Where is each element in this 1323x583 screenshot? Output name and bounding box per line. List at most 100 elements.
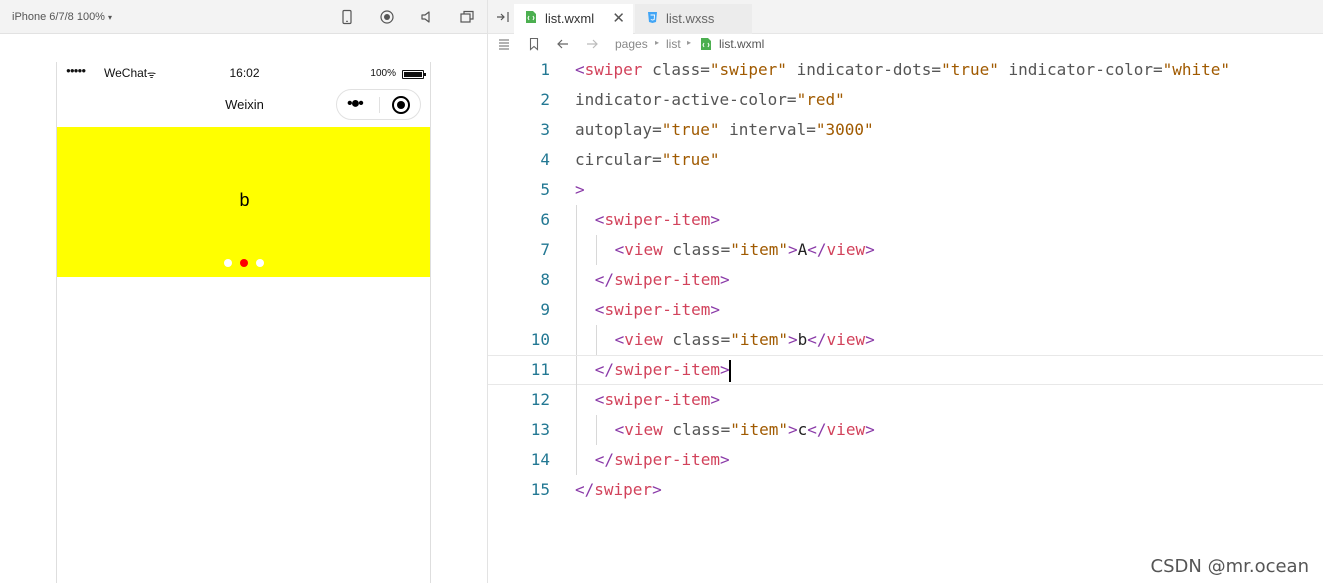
code-text: <swiper-item> — [595, 205, 720, 235]
code-token: </ — [594, 270, 615, 289]
code-token: class= — [662, 420, 731, 439]
line-number: 4 — [540, 150, 550, 169]
code-token: "3000" — [815, 120, 874, 139]
list-icon[interactable] — [497, 37, 511, 51]
code-line[interactable]: 8 </swiper-item> — [488, 265, 1323, 295]
volume-icon[interactable] — [419, 9, 435, 25]
indicator-dot[interactable] — [256, 259, 264, 267]
wxml-file-icon — [699, 37, 713, 51]
line-number: 15 — [530, 480, 550, 499]
code-token: > — [865, 330, 875, 349]
code-line[interactable]: 9 <swiper-item> — [488, 295, 1323, 325]
code-line[interactable]: 4 circular="true" — [488, 145, 1323, 175]
indent-guide — [576, 295, 577, 325]
line-number: 7 — [540, 240, 550, 259]
code-token: "true" — [941, 60, 999, 79]
breadcrumb-item[interactable]: list.wxml — [719, 37, 764, 51]
device-select[interactable]: iPhone 6/7/8 100% ▾ — [12, 11, 112, 23]
code-token: > — [788, 420, 798, 439]
code-token: < — [614, 240, 625, 259]
code-line[interactable]: 10 <view class="item">b</view> — [488, 325, 1323, 355]
code-line[interactable]: 13 <view class="item">c</view> — [488, 415, 1323, 445]
phone-icon[interactable] — [339, 9, 355, 25]
code-text: <view class="item">A</view> — [615, 235, 875, 265]
code-token: A — [797, 240, 808, 259]
code-token: view — [624, 330, 663, 349]
simulator-panel: iPhone 6/7/8 100% ▾ ●●●●● WeChat ᯤ 16:02 … — [0, 0, 488, 583]
tab-label: list.wxml — [545, 11, 595, 26]
code-token: > — [710, 390, 721, 409]
code-line[interactable]: 14 </swiper-item> — [488, 445, 1323, 475]
code-line[interactable]: 2 indicator-active-color="red" — [488, 85, 1323, 115]
record-icon[interactable] — [379, 9, 395, 25]
code-line[interactable]: 3 autoplay="true" interval="3000" — [488, 115, 1323, 145]
line-number: 8 — [540, 270, 550, 289]
close-icon[interactable]: ✕ — [612, 9, 625, 27]
bookmark-icon[interactable] — [527, 37, 541, 51]
code-token: </ — [807, 330, 827, 349]
code-token: swiper-item — [614, 450, 721, 469]
code-token: "item" — [730, 330, 788, 349]
code-token: class= — [642, 60, 710, 79]
indent-guide — [595, 235, 597, 265]
line-number: 9 — [540, 300, 550, 319]
code-token: < — [575, 60, 585, 79]
code-editor: list.wxml ✕ list.wxss pages ▸ list ▸ lis… — [488, 0, 1323, 583]
code-token: > — [720, 450, 730, 469]
code-line[interactable]: 7 <view class="item">A</view> — [488, 235, 1323, 265]
code-text: indicator-active-color="red" — [575, 85, 845, 115]
line-number: 11 — [530, 360, 550, 379]
phone-screen: ●●●●● WeChat ᯤ 16:02 100% Weixin •●• b — [56, 62, 431, 583]
code-line[interactable]: 12 <swiper-item> — [488, 385, 1323, 415]
code-token: "white" — [1162, 60, 1231, 79]
forward-arrow-icon[interactable] — [585, 37, 599, 51]
tab-list-wxss[interactable]: list.wxss — [635, 4, 752, 34]
code-token: > — [865, 420, 875, 439]
line-number: 3 — [540, 120, 550, 139]
code-token: view — [826, 240, 866, 259]
code-token: < — [594, 390, 605, 409]
close-app-icon[interactable] — [392, 96, 410, 114]
code-token: swiper — [584, 60, 643, 79]
code-text: </swiper-item> — [595, 265, 730, 295]
wxml-file-icon — [525, 10, 537, 24]
tab-label: list.wxss — [666, 11, 715, 26]
code-line[interactable]: 11 </swiper-item> — [488, 355, 1323, 386]
toggle-sidebar-icon[interactable] — [496, 10, 512, 24]
code-line[interactable]: 5 > — [488, 175, 1323, 205]
code-token: class= — [662, 330, 731, 349]
tab-list-wxml[interactable]: list.wxml ✕ — [514, 4, 633, 34]
code-token: > — [865, 240, 875, 259]
back-arrow-icon[interactable] — [556, 37, 570, 51]
more-icon[interactable]: •●• — [347, 94, 364, 114]
swiper[interactable]: b — [57, 127, 430, 277]
code-token: "true" — [661, 120, 720, 139]
code-token: autoplay= — [575, 120, 662, 139]
code-token: view — [624, 420, 663, 439]
window-icon[interactable] — [459, 9, 475, 25]
code-text: </swiper> — [575, 475, 662, 505]
capsule-divider — [379, 97, 380, 113]
code-token: < — [614, 420, 625, 439]
code-line[interactable]: 15 </swiper> — [488, 475, 1323, 505]
code-line[interactable]: 1 <swiper class="swiper" indicator-dots="… — [488, 55, 1323, 85]
code-token: > — [652, 480, 662, 499]
indent-guide — [576, 445, 577, 475]
code-token: > — [575, 180, 585, 199]
code-token: > — [710, 300, 721, 319]
indicator-dot-active[interactable] — [240, 259, 248, 267]
code-token: circular= — [575, 150, 662, 169]
breadcrumb-item[interactable]: pages — [615, 37, 648, 51]
line-number: 2 — [540, 90, 550, 109]
code-token: </ — [594, 360, 615, 379]
code-line[interactable]: 6 <swiper-item> — [488, 205, 1323, 235]
code-text: <swiper class="swiper" indicator-dots="t… — [575, 55, 1230, 85]
indicator-dots — [224, 259, 266, 267]
breadcrumb-item[interactable]: list — [666, 37, 681, 51]
line-number: 1 — [540, 60, 550, 79]
code-token: indicator-color= — [998, 60, 1163, 79]
wxss-file-icon — [646, 10, 658, 24]
indicator-dot[interactable] — [224, 259, 232, 267]
text-cursor — [728, 359, 731, 382]
code-text: <view class="item">b</view> — [615, 325, 875, 355]
